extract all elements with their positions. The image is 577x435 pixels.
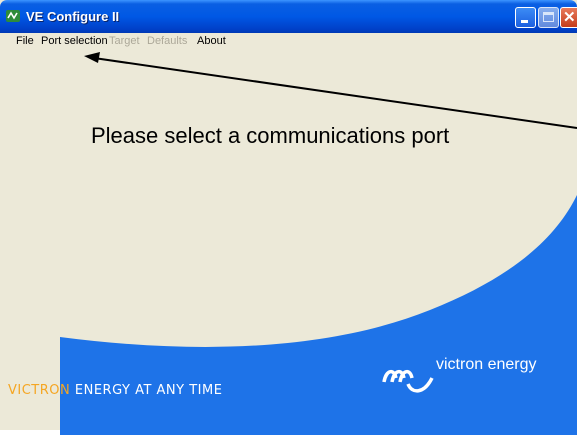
- logo-text: victron energy: [436, 356, 537, 373]
- victron-logo-icon: [382, 369, 434, 393]
- tagline: VICTRON ENERGY AT ANY TIME: [8, 383, 222, 399]
- tagline-brand: VICTRON: [8, 382, 71, 399]
- app-window: VE Configure II ✕ File Port selection Ta…: [0, 0, 577, 435]
- tagline-rest: ENERGY AT ANY TIME: [74, 382, 223, 399]
